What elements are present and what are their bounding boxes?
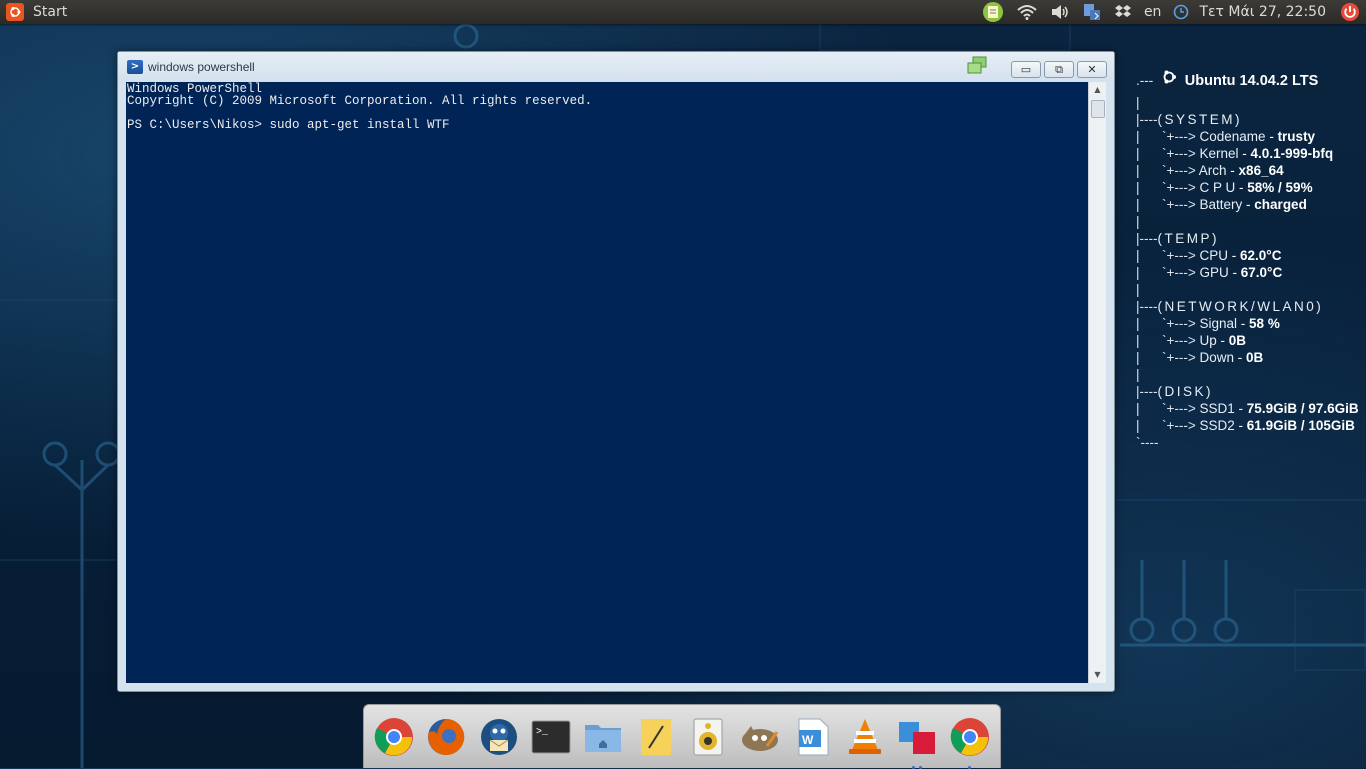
restore-button[interactable]: ⧉ bbox=[1044, 61, 1074, 78]
scroll-down-arrow-icon[interactable]: ▼ bbox=[1089, 667, 1106, 683]
network-transfer-icon[interactable] bbox=[1076, 0, 1108, 24]
codename-value: trusty bbox=[1277, 129, 1316, 144]
dropbox-icon[interactable] bbox=[1108, 0, 1138, 24]
ssd2-value: 61.9GiB / 105GiB bbox=[1246, 418, 1355, 433]
vertical-scrollbar[interactable]: ▲ ▼ bbox=[1088, 82, 1106, 683]
top-panel: Start en Τετ Μάι 27, 22:50 bbox=[0, 0, 1366, 24]
firefox-icon[interactable] bbox=[424, 715, 468, 759]
gpu-temp-key: GPU bbox=[1199, 265, 1229, 280]
ubuntu-conky-icon bbox=[1161, 68, 1177, 94]
wifi-icon[interactable] bbox=[1010, 0, 1044, 24]
conky-monitor: .--- Ubuntu 14.04.2 LTS | |----(SYSTEM) … bbox=[1136, 68, 1361, 451]
codename-key: Codename bbox=[1199, 129, 1266, 144]
section-disk: (DISK) bbox=[1157, 384, 1213, 399]
console-prompt-line: PS C:\Users\Nikos> sudo apt-get install … bbox=[127, 118, 450, 132]
start-button[interactable]: Start bbox=[0, 0, 73, 24]
powershell-window[interactable]: > windows powershell ▭ ⧉ ✕ Windows Power… bbox=[117, 51, 1115, 692]
cpu-temp-key: CPU bbox=[1199, 248, 1229, 263]
gpu-temp-value: 67.0°C bbox=[1240, 265, 1283, 280]
text-editor-icon[interactable] bbox=[634, 715, 678, 759]
writer-icon[interactable]: W bbox=[791, 715, 835, 759]
cpu-key: C P U bbox=[1199, 180, 1236, 195]
section-network: (NETWORK/WLAN0) bbox=[1157, 299, 1324, 314]
window-title: windows powershell bbox=[148, 60, 255, 74]
window-titlebar[interactable]: > windows powershell ▭ ⧉ ✕ bbox=[118, 52, 1114, 82]
thunderbird-icon[interactable] bbox=[477, 715, 521, 759]
start-label: Start bbox=[33, 4, 68, 20]
cpu-value: 58% / 59% bbox=[1247, 180, 1313, 195]
section-system: (SYSTEM) bbox=[1157, 112, 1243, 127]
chrome-2-icon[interactable] bbox=[948, 715, 992, 769]
window-stack-icon[interactable] bbox=[966, 56, 988, 76]
time-icon bbox=[1167, 0, 1195, 24]
kernel-value: 4.0.1-999-bfq bbox=[1250, 146, 1334, 161]
up-value: 0B bbox=[1228, 333, 1247, 348]
cpu-temp-value: 62.0°C bbox=[1240, 248, 1282, 263]
ssd1-key: SSD1 bbox=[1199, 401, 1235, 416]
volume-icon[interactable] bbox=[1044, 0, 1076, 24]
up-key: Up bbox=[1199, 333, 1217, 348]
keyboard-lang-indicator[interactable]: en bbox=[1138, 0, 1168, 24]
vlc-icon[interactable] bbox=[843, 715, 887, 759]
down-value: 0B bbox=[1246, 350, 1264, 365]
close-button[interactable]: ✕ bbox=[1077, 61, 1107, 78]
terminal-icon[interactable]: >_ bbox=[529, 715, 573, 759]
battery-value: charged bbox=[1254, 197, 1307, 212]
kernel-key: Kernel bbox=[1199, 146, 1239, 161]
os-title: Ubuntu 14.04.2 LTS bbox=[1184, 73, 1319, 89]
terminal-prompt-glyph: >_ bbox=[536, 727, 549, 738]
console-area[interactable]: Windows PowerShell Copyright (C) 2009 Mi… bbox=[126, 82, 1088, 683]
running-indicator bbox=[948, 765, 992, 769]
signal-value: 58 % bbox=[1249, 316, 1280, 331]
arch-value: x86_64 bbox=[1238, 163, 1284, 178]
svg-text:W: W bbox=[802, 733, 814, 747]
scroll-up-arrow-icon[interactable]: ▲ bbox=[1089, 82, 1106, 98]
tree-branch: .--- bbox=[1136, 73, 1154, 88]
running-indicator bbox=[895, 765, 939, 769]
ssd1-value: 75.9GiB / 97.6GiB bbox=[1246, 401, 1359, 416]
clock[interactable]: Τετ Μάι 27, 22:50 bbox=[1195, 4, 1334, 20]
speaker-icon[interactable] bbox=[686, 715, 730, 759]
ubuntu-logo-icon bbox=[6, 3, 24, 21]
battery-key: Battery bbox=[1199, 197, 1243, 212]
signal-key: Signal bbox=[1199, 316, 1238, 331]
power-icon[interactable] bbox=[1334, 0, 1366, 24]
powershell-icon: > bbox=[127, 60, 143, 74]
notes-icon[interactable] bbox=[976, 0, 1010, 24]
chrome-icon[interactable] bbox=[372, 715, 416, 759]
ssd2-key: SSD2 bbox=[1199, 418, 1235, 433]
arch-key: Arch bbox=[1198, 163, 1227, 178]
minimize-button[interactable]: ▭ bbox=[1011, 61, 1041, 78]
dock: >_ W bbox=[363, 704, 1001, 769]
files-icon[interactable] bbox=[581, 715, 625, 759]
scroll-thumb[interactable] bbox=[1091, 100, 1105, 118]
gimp-icon[interactable] bbox=[738, 715, 782, 759]
console-line: Copyright (C) 2009 Microsoft Corporation… bbox=[127, 94, 593, 108]
down-key: Down bbox=[1199, 350, 1235, 365]
app-icon[interactable] bbox=[895, 715, 939, 769]
section-temp: (TEMP) bbox=[1157, 231, 1219, 246]
